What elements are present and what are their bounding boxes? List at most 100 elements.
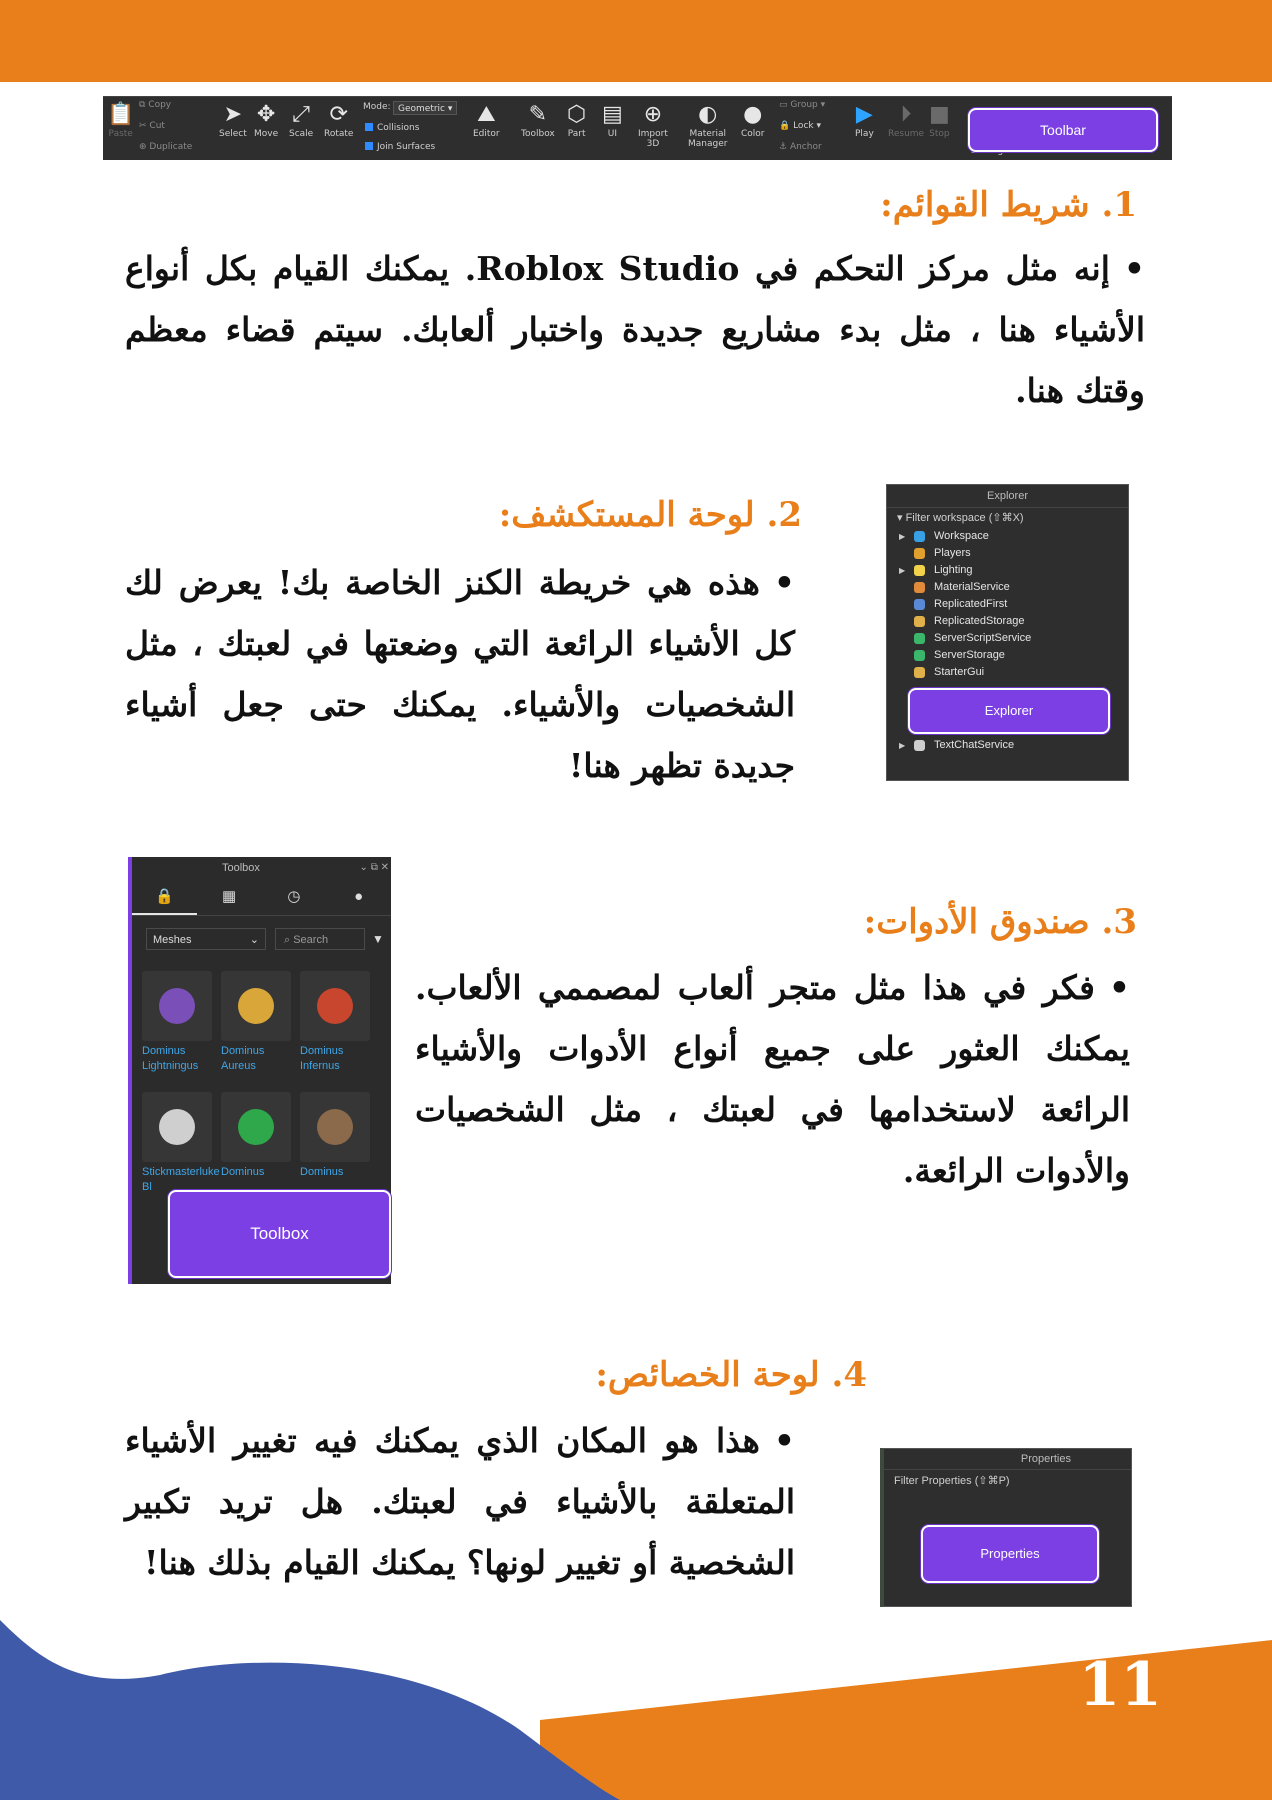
helmet-icon <box>238 1109 274 1145</box>
expand-arrow-icon: ▶ <box>899 532 906 541</box>
explorer-item[interactable]: ReplicatedStorage <box>887 613 1128 630</box>
explorer-item[interactable]: Players <box>887 545 1128 562</box>
bulb-icon: ● <box>354 888 364 905</box>
search-icon: ⌕ <box>284 934 294 946</box>
service-icon <box>914 667 925 678</box>
material-manager-button[interactable]: ◐ Material Manager <box>688 101 727 149</box>
top-orange-band <box>0 0 1272 82</box>
bullet: • <box>1123 249 1145 288</box>
asset-tile[interactable]: Dominus Infernus <box>300 971 374 1074</box>
service-icon <box>914 531 925 542</box>
import-3d-button[interactable]: ⊕ Import 3D <box>638 101 668 149</box>
explorer-item[interactable]: StarterGui <box>887 664 1128 681</box>
copy-button[interactable]: ⧉ Copy <box>139 100 171 110</box>
asset-thumbnail <box>300 1092 370 1162</box>
part-button[interactable]: ⬡ Part <box>567 101 586 139</box>
stop-button[interactable]: ■ Stop <box>929 101 950 139</box>
cursor-icon: ➤ <box>223 102 243 127</box>
properties-filter[interactable]: Filter Properties (⇧⌘P) <box>884 1470 1131 1492</box>
asset-name: Dominus Aureus <box>221 1045 265 1072</box>
cut-button[interactable]: ✂ Cut <box>139 121 165 131</box>
ui-button[interactable]: ▤ UI <box>602 101 623 139</box>
explorer-item-label: ServerScriptService <box>934 632 1032 644</box>
explorer-item-label: Lighting <box>934 564 973 576</box>
bullet: • <box>773 563 795 602</box>
lock-button[interactable]: 🔒 Lock ▾ <box>779 121 821 131</box>
rotate-icon: ⟳ <box>329 102 348 127</box>
asset-tile[interactable]: Stickmasterluke Bl <box>142 1092 220 1195</box>
explorer-item[interactable]: ▶ Workspace <box>887 528 1128 545</box>
helmet-icon <box>317 1109 353 1145</box>
explorer-filter[interactable]: ▾ Filter workspace (⇧⌘X) <box>887 508 1128 528</box>
mode-dropdown[interactable]: Geometric ▾ <box>393 101 457 115</box>
group-button[interactable]: ▭ Group ▾ <box>779 100 825 110</box>
resume-button[interactable]: ⏵ Resume <box>888 101 924 139</box>
explorer-item[interactable]: ServerStorage <box>887 647 1128 664</box>
toolbox-callout: Toolbox <box>168 1190 391 1278</box>
properties-callout: Properties <box>921 1525 1099 1583</box>
grid-icon: ▦ <box>222 888 237 905</box>
move-tool-button[interactable]: ✥ Move <box>254 101 278 139</box>
duplicate-button[interactable]: ⊕ Duplicate <box>139 142 192 152</box>
explorer-item-label: Players <box>934 547 971 559</box>
select-tool-button[interactable]: ➤ Select <box>219 101 247 139</box>
expand-arrow-icon: ▶ <box>899 741 906 750</box>
expand-arrow-icon: ▶ <box>899 566 906 575</box>
search-input[interactable]: ⌕ Search <box>275 928 365 950</box>
chat-icon <box>914 740 925 751</box>
toolbox-button[interactable]: ✎ Toolbox <box>521 101 555 139</box>
anchor-button[interactable]: ⚓ Anchor <box>779 142 822 152</box>
panel-controls-icon[interactable]: ⌄ ⧉ ✕ <box>360 857 389 879</box>
asset-thumbnail <box>221 971 291 1041</box>
section-4-heading: 4. لوحة الخصائص: <box>595 1355 867 1395</box>
asset-name: Dominus <box>221 1166 265 1178</box>
scale-tool-button[interactable]: ⤢ Scale <box>289 101 313 139</box>
helmet-icon <box>159 988 195 1024</box>
checkbox-icon <box>365 142 373 150</box>
bullet: • <box>1108 968 1130 1007</box>
explorer-title: Explorer <box>887 485 1128 508</box>
toolbar-callout: Toolbar <box>968 108 1158 152</box>
helmet-icon <box>317 988 353 1024</box>
tab-inventory[interactable]: 🔒 <box>132 879 197 915</box>
explorer-item-textchatservice[interactable]: ▶ TextChatService <box>887 737 1014 754</box>
explorer-item[interactable]: ▶ Lighting <box>887 562 1128 579</box>
tab-recent[interactable]: ◷ <box>262 879 327 915</box>
explorer-item-label: MaterialService <box>934 581 1010 593</box>
collisions-checkbox[interactable]: Collisions <box>365 123 419 133</box>
service-icon <box>914 650 925 661</box>
asset-tile[interactable]: Dominus <box>221 1092 295 1180</box>
rotate-tool-button[interactable]: ⟳ Rotate <box>324 101 353 139</box>
category-dropdown[interactable]: Meshes ⌄ <box>146 928 266 950</box>
section-4-paragraph: •هذا هو المكان الذي يمكنك فيه تغيير الأش… <box>125 1421 795 1582</box>
asset-name: Dominus Lightningus <box>142 1045 199 1072</box>
editor-button[interactable]: ⛰ Editor <box>473 101 500 139</box>
section-1-paragraph: •إنه مثل مركز التحكم في Roblox Studio. ي… <box>125 249 1145 410</box>
explorer-callout: Explorer <box>908 688 1110 734</box>
helmet-icon <box>238 988 274 1024</box>
asset-tile[interactable]: Dominus Lightningus <box>142 971 216 1074</box>
explorer-item-label: StarterGui <box>934 666 985 678</box>
explorer-item[interactable]: ServerScriptService <box>887 630 1128 647</box>
explorer-item[interactable]: ReplicatedFirst <box>887 596 1128 613</box>
toolbox-title: Toolbox ⌄ ⧉ ✕ <box>132 857 391 879</box>
service-icon <box>914 599 925 610</box>
section-2-paragraph: •هذه هي خريطة الكنز الخاصة بك! يعرض لك ك… <box>125 563 795 785</box>
asset-thumbnail <box>300 971 370 1041</box>
paste-button[interactable]: 📋 Paste <box>107 101 134 139</box>
explorer-item[interactable]: MaterialService <box>887 579 1128 596</box>
filter-icon[interactable]: ▼ <box>372 928 384 950</box>
asset-tile[interactable]: Dominus <box>300 1092 374 1180</box>
play-button[interactable]: ▶ Play <box>855 101 874 139</box>
tab-creations[interactable]: ● <box>326 879 391 915</box>
asset-tile[interactable]: Dominus Aureus <box>221 971 295 1074</box>
blue-wave <box>0 1620 620 1800</box>
material-icon: ◐ <box>698 102 718 127</box>
join-surfaces-checkbox[interactable]: Join Surfaces <box>365 142 435 152</box>
explorer-item-label: ReplicatedStorage <box>934 615 1025 627</box>
tab-grid[interactable]: ▦ <box>197 879 262 915</box>
properties-title: Properties <box>884 1449 1131 1470</box>
chevron-down-icon: ⌄ <box>249 934 259 946</box>
asset-thumbnail <box>142 971 212 1041</box>
color-button[interactable]: ● Color <box>741 101 765 139</box>
